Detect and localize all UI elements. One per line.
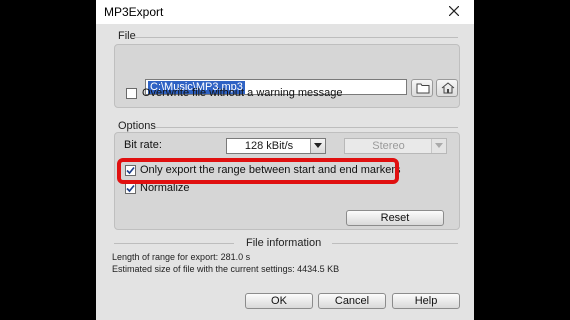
highlight-annotation (117, 158, 399, 184)
overwrite-label: Overwrite file without a warning message (142, 87, 343, 99)
estimated-size-text: Estimated size of file with the current … (112, 264, 340, 274)
close-icon (449, 6, 459, 16)
mp3export-dialog: MP3Export File C:\Music\MP3.mp3 Overwrit… (96, 0, 474, 320)
bitrate-label: Bit rate: (124, 139, 162, 151)
channel-value: Stereo (372, 140, 405, 152)
window-title: MP3Export (104, 5, 164, 19)
cancel-button[interactable]: Cancel (318, 293, 386, 309)
file-group: C:\Music\MP3.mp3 Overwrite file without … (114, 44, 460, 108)
ok-button[interactable]: OK (245, 293, 313, 309)
bitrate-value: 128 kBit/s (244, 140, 294, 152)
folder-icon (416, 83, 430, 94)
file-info-label: File information (246, 237, 322, 249)
file-info-divider-left (114, 243, 234, 244)
channel-select: Stereo (344, 138, 447, 154)
home-folder-button[interactable] (436, 79, 458, 97)
help-button[interactable]: Help (392, 293, 460, 309)
overwrite-checkbox[interactable] (126, 88, 137, 99)
options-section-divider (156, 127, 458, 128)
file-section-divider (134, 37, 458, 38)
close-button[interactable] (440, 0, 468, 24)
options-section-label: Options (118, 120, 156, 132)
checkmark-icon (126, 184, 135, 193)
reset-button[interactable]: Reset (346, 210, 444, 226)
title-bar: MP3Export (96, 0, 474, 24)
normalize-checkbox[interactable] (125, 183, 136, 194)
browse-folder-button[interactable] (411, 79, 433, 97)
dialog-content: File C:\Music\MP3.mp3 Overwrite file wit… (96, 24, 474, 320)
chevron-down-icon (314, 143, 322, 148)
chevron-down-icon (435, 143, 443, 148)
range-length-text: Length of range for export: 281.0 s (112, 252, 251, 262)
bitrate-select[interactable]: 128 kBit/s (226, 138, 326, 154)
file-section-label: File (118, 30, 136, 42)
file-info-divider-right (332, 243, 458, 244)
home-icon (441, 82, 455, 94)
